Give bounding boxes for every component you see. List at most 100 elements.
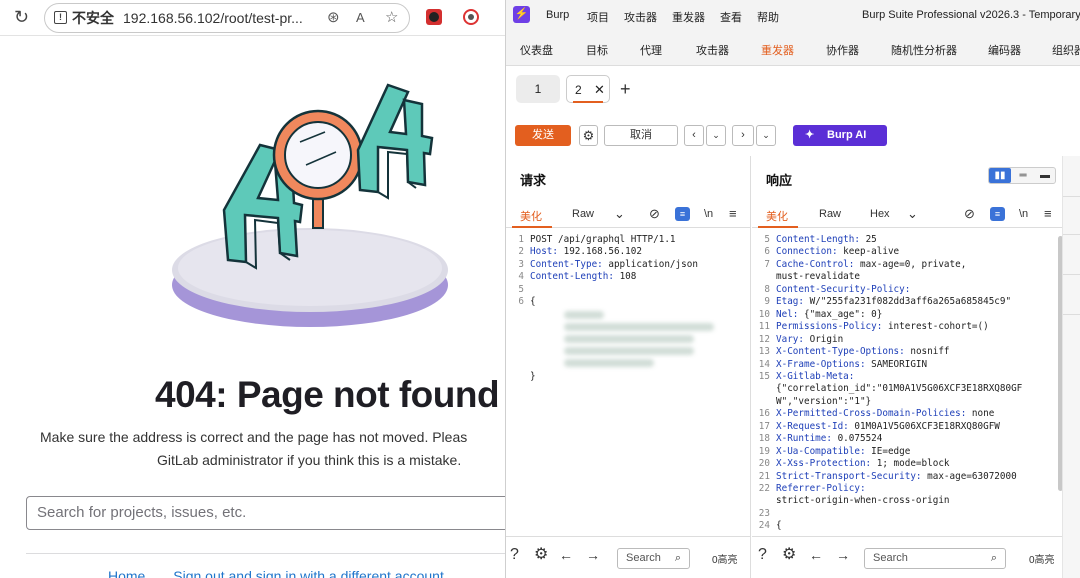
url-text[interactable]: 192.168.56.102/root/test-pr... [123, 4, 323, 32]
reload-icon[interactable]: ↻ [14, 8, 29, 26]
home-link[interactable]: Home [108, 568, 145, 578]
menu-view[interactable]: 查看 [720, 9, 742, 25]
cancel-button[interactable]: 取消 [604, 125, 678, 146]
burp-window: ⚡ Burp 项目 攻击器 重发器 查看 帮助 Burp Suite Profe… [505, 0, 1080, 578]
single-view-icon[interactable]: ▬ [1034, 168, 1056, 183]
gear-icon[interactable]: ⚙ [782, 545, 796, 565]
forward-history-icon[interactable]: ⌄ [756, 125, 776, 146]
line-number: 2 [518, 246, 524, 258]
response-pane: 响应 ▮▮ ═ ▬ 美化 Raw Hex ⌄ ⊘ ≡ \n ≡ 5 Content… [752, 156, 1063, 578]
menu-burp[interactable]: Burp [546, 9, 569, 21]
menu-project[interactable]: 项目 [587, 9, 609, 25]
burp-ai-button[interactable]: ✦ Burp AI [793, 125, 887, 146]
horizontal-view-icon[interactable]: ═ [1012, 168, 1034, 183]
redacted-text [564, 323, 714, 331]
tab-decoder[interactable]: 编码器 [988, 42, 1021, 58]
browser-toolbar: ↻ ! 不安全 192.168.56.102/root/test-pr... ⊛… [0, 0, 505, 36]
address-bar[interactable]: ! 不安全 192.168.56.102/root/test-pr... ⊛ A… [44, 3, 410, 33]
copilot-icon[interactable]: ⊛ [327, 10, 340, 26]
code-line: X-Ua-Compatible: IE=edge [776, 445, 911, 457]
response-subtabs: 美化 Raw Hex ⌄ ⊘ ≡ \n ≡ [752, 200, 1062, 228]
newline-icon[interactable]: \n [704, 208, 713, 220]
extension-icon[interactable] [426, 9, 442, 25]
menu-repeater[interactable]: 重发器 [672, 9, 705, 25]
arrow-left-icon[interactable]: ← [559, 545, 573, 565]
tab-repeater[interactable]: 重发器 [761, 42, 794, 58]
tab-sequencer[interactable]: 随机性分析器 [891, 42, 957, 58]
send-button[interactable]: 发送 [515, 125, 571, 146]
chevron-down-icon[interactable]: ⌄ [907, 206, 918, 222]
request-highlights-count: 0高亮 [712, 555, 738, 566]
close-icon[interactable]: ✕ [594, 76, 605, 104]
read-aloud-icon[interactable]: A [356, 10, 365, 26]
code-line: X-Frame-Options: SAMEORIGIN [776, 358, 928, 370]
screen: ↻ ! 不安全 192.168.56.102/root/test-pr... ⊛… [0, 0, 1080, 578]
tab-raw[interactable]: Raw [819, 208, 841, 220]
line-number: 20 [758, 458, 770, 470]
insecure-label[interactable]: 不安全 [72, 4, 114, 32]
newline-icon[interactable]: \n [1019, 208, 1028, 220]
hide-icon[interactable]: ⊘ [964, 206, 975, 222]
code-line: X-Gitlab-Meta: [776, 370, 855, 382]
subtab-indicator [512, 226, 552, 228]
menu-icon[interactable]: ≡ [729, 206, 737, 221]
tab-target[interactable]: 目标 [586, 42, 608, 58]
help-icon[interactable]: ? [758, 545, 767, 565]
menu-help[interactable]: 帮助 [757, 9, 779, 25]
request-editor[interactable]: 1 POST /api/graphql HTTP/1.1 2 Host: 192.16… [506, 231, 750, 536]
wrap-icon[interactable]: ≡ [990, 207, 1005, 221]
menu-intruder[interactable]: 攻击器 [624, 9, 657, 25]
tab-hex[interactable]: Hex [870, 208, 890, 220]
star-icon[interactable]: ☆ [385, 10, 398, 26]
code-line: Content-Type: application/json [530, 258, 698, 270]
line-number: 22 [758, 483, 770, 494]
repeater-tab-2[interactable]: 2 ✕ [566, 75, 610, 103]
response-editor[interactable]: 5 Content-Length: 25 6 Connection: keep-ali… [752, 231, 1062, 536]
search-icon: ⌕ [674, 552, 681, 564]
repeater-tab-2-label: 2 [575, 83, 582, 97]
line-number: 5 [764, 234, 770, 245]
tab-raw[interactable]: Raw [572, 208, 594, 220]
menu-icon[interactable]: ≡ [1044, 206, 1052, 221]
request-search-input[interactable]: Search ⌕ [617, 548, 690, 569]
inspector-strip[interactable] [1062, 156, 1080, 578]
code-line: Content-Security-Policy: [776, 283, 911, 295]
tab-collaborator[interactable]: 协作器 [826, 42, 859, 58]
footer-links: Home Sign out and sign in with a differe… [108, 568, 468, 578]
line-number: 24 [758, 520, 770, 532]
help-icon[interactable]: ? [510, 545, 519, 565]
response-search-input[interactable]: Search ⌕ [864, 548, 1006, 569]
burp-logo-icon: ⚡ [513, 6, 530, 23]
page-title: 404: Page not found [155, 374, 500, 415]
hide-icon[interactable]: ⊘ [649, 206, 660, 222]
burp-ai-label: Burp AI [827, 129, 867, 141]
extension-icon-2[interactable] [463, 9, 479, 25]
tab-proxy[interactable]: 代理 [640, 42, 662, 58]
add-tab-icon[interactable]: + [620, 79, 631, 100]
code-line: { [776, 520, 782, 532]
arrow-left-icon[interactable]: ← [809, 545, 823, 565]
wrap-icon[interactable]: ≡ [675, 207, 690, 221]
tab-organizer[interactable]: 组织器 [1052, 42, 1080, 58]
split-view-icon[interactable]: ▮▮ [989, 168, 1011, 183]
tab-intruder[interactable]: 攻击器 [696, 42, 729, 58]
repeater-tab-1[interactable]: 1 [516, 75, 560, 103]
arrow-right-icon[interactable]: → [836, 545, 850, 565]
arrow-right-icon[interactable]: → [586, 545, 600, 565]
tab-pretty[interactable]: 美化 [520, 208, 542, 224]
back-history-icon[interactable]: ⌄ [706, 125, 726, 146]
search-input[interactable]: Search for projects, issues, etc. [26, 496, 505, 530]
settings-gear-icon[interactable]: ⚙ [579, 125, 598, 146]
redacted-text [564, 347, 694, 355]
back-button[interactable]: ‹ [684, 125, 704, 146]
redacted-text [564, 335, 694, 343]
chevron-down-icon[interactable]: ⌄ [614, 206, 625, 222]
sign-out-link[interactable]: Sign out and sign in with a different ac… [173, 568, 444, 578]
line-number: 23 [758, 507, 770, 519]
layout-switch[interactable]: ▮▮ ═ ▬ [988, 167, 1056, 184]
tab-dashboard[interactable]: 仪表盘 [520, 42, 553, 58]
code-line: X-Request-Id: 01M0A1V5G06XCF3E18RXQ80GFW [776, 420, 1000, 432]
forward-button[interactable]: › [732, 125, 754, 146]
tab-pretty[interactable]: 美化 [766, 208, 788, 224]
gear-icon[interactable]: ⚙ [534, 545, 548, 565]
